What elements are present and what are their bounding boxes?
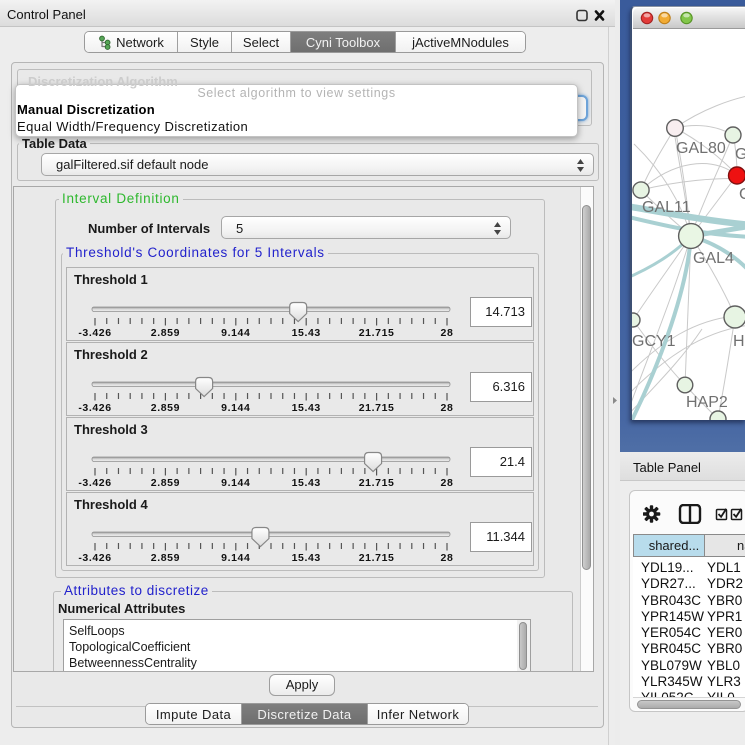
svg-text:21.715: 21.715 (359, 477, 395, 489)
svg-text:H: H (733, 333, 745, 350)
svg-text:21.715: 21.715 (359, 402, 395, 414)
svg-text:GCY1: GCY1 (632, 333, 676, 350)
svg-text:9.144: 9.144 (221, 477, 250, 489)
svg-text:C: C (739, 186, 745, 203)
svg-text:15.43: 15.43 (292, 477, 321, 489)
svg-text:28: 28 (441, 552, 454, 564)
svg-text:21.715: 21.715 (359, 552, 395, 564)
svg-text:9.144: 9.144 (221, 552, 250, 564)
svg-text:2.859: 2.859 (151, 327, 180, 339)
svg-text:28: 28 (441, 327, 454, 339)
svg-text:2.859: 2.859 (151, 402, 180, 414)
svg-text:15.43: 15.43 (292, 327, 321, 339)
svg-text:GAL4: GAL4 (693, 250, 734, 267)
svg-text:-3.426: -3.426 (78, 477, 111, 489)
svg-text:15.43: 15.43 (292, 552, 321, 564)
svg-text:21.715: 21.715 (359, 327, 395, 339)
svg-text:2.859: 2.859 (151, 552, 180, 564)
svg-text:-3.426: -3.426 (78, 402, 111, 414)
svg-text:-3.426: -3.426 (78, 552, 111, 564)
svg-text:GA: GA (735, 146, 745, 163)
svg-text:HAP2: HAP2 (686, 394, 728, 411)
svg-text:GAL11: GAL11 (642, 199, 691, 216)
svg-text:28: 28 (441, 402, 454, 414)
svg-text:2.859: 2.859 (151, 477, 180, 489)
svg-text:28: 28 (441, 477, 454, 489)
svg-text:15.43: 15.43 (292, 402, 321, 414)
svg-text:-3.426: -3.426 (78, 327, 111, 339)
svg-text:GAL80: GAL80 (676, 140, 726, 157)
svg-text:9.144: 9.144 (221, 402, 250, 414)
svg-text:9.144: 9.144 (221, 327, 250, 339)
